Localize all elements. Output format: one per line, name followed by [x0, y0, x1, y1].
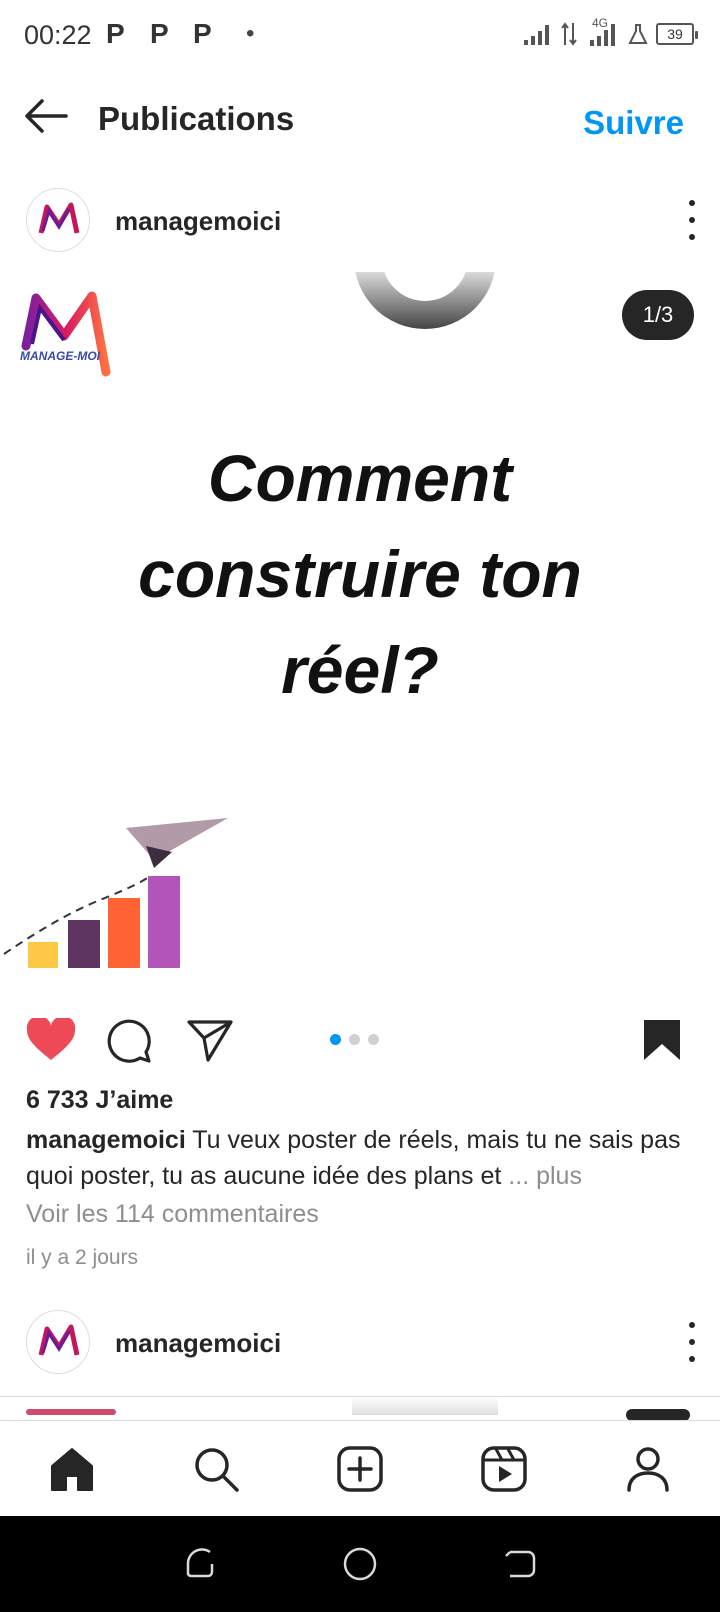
slide-counter: 1/3	[622, 290, 694, 340]
carousel-dot	[349, 1034, 360, 1045]
top-ring-decoration	[355, 272, 495, 329]
post-caption: managemoici Tu veux poster de réels, mai…	[26, 1122, 702, 1194]
network-4g-icon: 4G	[586, 16, 620, 48]
carousel-dot	[330, 1034, 341, 1045]
comment-icon	[107, 1019, 151, 1063]
growth-bar	[108, 898, 140, 968]
manage-moi-logo-icon	[38, 202, 80, 234]
system-navigation	[0, 1516, 720, 1612]
bottom-navigation	[0, 1420, 720, 1516]
carousel-dots	[330, 1034, 379, 1045]
headline-line-1: Comment	[207, 441, 513, 515]
notification-p-icon: P	[150, 18, 169, 49]
flask-icon	[628, 24, 648, 44]
next-post-username[interactable]: managemoici	[115, 1328, 281, 1359]
carousel-dot	[368, 1034, 379, 1045]
growth-bar	[148, 876, 180, 968]
notification-p-icon: P	[193, 18, 212, 49]
status-time: 00:22	[24, 20, 92, 50]
headline-line-3: réel?	[281, 633, 439, 707]
add-post-icon	[337, 1445, 383, 1492]
home-icon	[51, 1447, 93, 1491]
nav-create[interactable]	[332, 1441, 388, 1497]
post-timestamp: il y a 2 jours	[26, 1246, 139, 1269]
recent-apps-icon	[186, 1548, 214, 1578]
back-button[interactable]	[22, 96, 72, 140]
profile-icon	[627, 1446, 669, 1492]
caption-username[interactable]: managemoici	[26, 1126, 186, 1154]
back-system-icon	[505, 1550, 536, 1578]
nav-home[interactable]	[44, 1441, 100, 1497]
view-comments-link[interactable]: Voir les 114 commentaires	[26, 1200, 319, 1229]
growth-chart-illustration	[3, 818, 228, 968]
nav-search[interactable]	[188, 1441, 244, 1497]
notification-p-icon: P	[106, 18, 125, 49]
post-username[interactable]: managemoici	[115, 206, 281, 237]
next-post-image-peek	[0, 1397, 720, 1420]
avatar[interactable]	[26, 188, 90, 252]
avatar[interactable]	[26, 1310, 90, 1374]
nav-profile[interactable]	[620, 1441, 676, 1497]
like-count[interactable]: 6 733 J’aime	[26, 1086, 173, 1115]
share-button[interactable]	[186, 1018, 234, 1067]
logo-text: MANAGE-MOI	[20, 349, 101, 363]
data-transfer-icon	[561, 22, 577, 46]
signal-icon	[524, 25, 549, 45]
comment-button[interactable]	[106, 1018, 152, 1069]
bookmark-filled-icon	[644, 1020, 680, 1060]
page-title: Publications	[98, 100, 295, 137]
status-icons: 4G 39	[522, 16, 698, 48]
search-icon	[195, 1447, 239, 1492]
follow-button[interactable]: Suivre	[583, 104, 684, 142]
nav-reels[interactable]	[476, 1441, 532, 1497]
arrow-left-icon	[25, 99, 68, 133]
reels-icon	[481, 1445, 527, 1492]
caption-more-link[interactable]: ... plus	[508, 1162, 582, 1190]
headline-line-2: construire ton	[138, 537, 582, 611]
more-options-button[interactable]	[682, 200, 702, 240]
manage-moi-logo-icon: MANAGE-MOI	[20, 291, 111, 377]
home-system-button[interactable]	[340, 1544, 380, 1584]
post-image[interactable]: MANAGE-MOI Comment construire ton réel?	[0, 272, 720, 998]
like-button[interactable]	[26, 1015, 76, 1067]
manage-moi-logo-icon	[38, 1324, 80, 1356]
growth-bar	[68, 920, 100, 968]
battery-icon: 39	[656, 23, 698, 45]
notification-dot: •	[246, 20, 255, 47]
heart-icon	[26, 1015, 76, 1060]
send-icon	[187, 1020, 233, 1062]
back-system-button[interactable]	[500, 1544, 540, 1584]
save-button[interactable]	[642, 1018, 682, 1067]
circle-home-icon	[343, 1547, 377, 1581]
more-options-button[interactable]	[682, 1322, 702, 1362]
recent-apps-button[interactable]	[180, 1544, 220, 1584]
growth-bar	[28, 942, 58, 968]
